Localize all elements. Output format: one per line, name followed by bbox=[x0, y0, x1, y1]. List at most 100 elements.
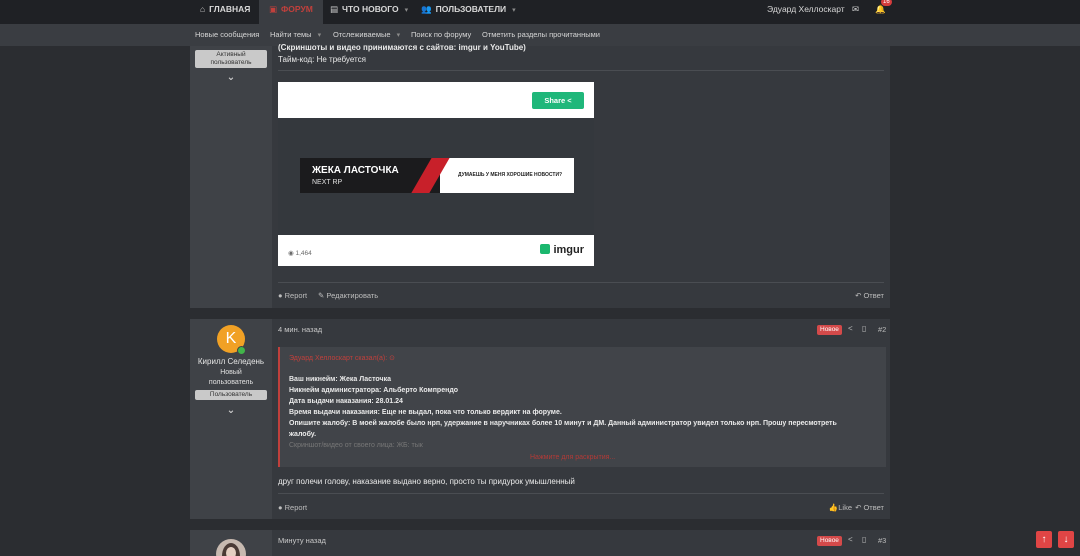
message-icon: ▤ bbox=[330, 4, 339, 14]
new-badge: Новое bbox=[817, 325, 842, 335]
quote-line-faded: Скриншот/видео от своего лица: ЖБ: тык bbox=[289, 442, 423, 449]
top-navigation: ⌂ ГЛАВНАЯ ▣ ФОРУМ ▤ ЧТО НОВОГО ▾ 👥 ПОЛЬЗОВАТЕ… bbox=[0, 0, 1080, 24]
divider bbox=[278, 282, 884, 283]
reply-icon: ↶ bbox=[855, 503, 862, 512]
subnav-new-posts[interactable]: Новые сообщения bbox=[195, 24, 259, 46]
inbox-icon[interactable]: ✉ bbox=[852, 0, 859, 18]
chevron-down-icon[interactable]: ⌄ bbox=[225, 405, 237, 416]
post-number[interactable]: #3 bbox=[878, 536, 886, 545]
users-icon: 👥 bbox=[421, 4, 432, 14]
quote-line: Опишите жалобу: В моей жалобе было нрп, … bbox=[289, 420, 837, 427]
embed-image[interactable]: ЖЕКА ЛАСТОЧКА NEXT RP ДУМАЕШЬ У МЕНЯ ХОР… bbox=[278, 118, 594, 235]
reply-link[interactable]: ↶ Ответ bbox=[855, 291, 884, 300]
embed-views: ◉ 1,464 bbox=[288, 249, 312, 257]
share-button[interactable]: Share < bbox=[532, 92, 584, 109]
like-button[interactable]: 👍Like bbox=[829, 503, 852, 512]
reply-label: Ответ bbox=[863, 291, 884, 300]
forum-icon: ▣ bbox=[269, 4, 278, 14]
banner-title: ЖЕКА ЛАСТОЧКА bbox=[312, 165, 399, 176]
bookmark-icon[interactable]: ▯ bbox=[862, 535, 866, 544]
avatar[interactable] bbox=[216, 539, 246, 556]
imgur-embed[interactable]: Share < ЖЕКА ЛАСТОЧКА NEXT RP ДУМАЕШЬ У … bbox=[278, 82, 594, 266]
home-icon: ⌂ bbox=[200, 4, 206, 14]
quote-line: Ваш никнейм: Жека Ласточка bbox=[289, 376, 391, 383]
report-link[interactable]: ● Report bbox=[278, 503, 307, 512]
scroll-to-bottom-icon[interactable]: ↓ bbox=[1058, 531, 1074, 548]
nav-forum-label: ФОРУМ bbox=[281, 4, 313, 14]
reply-icon: ↶ bbox=[855, 291, 862, 300]
post-text: друг полечи голову, наказание выдано вер… bbox=[278, 477, 575, 486]
chevron-down-icon: ▾ bbox=[404, 7, 409, 14]
post-content: (Скриншоты и видео принимаются с сайтов:… bbox=[272, 43, 890, 308]
share-label: Share bbox=[544, 96, 566, 105]
nav-home[interactable]: ⌂ ГЛАВНАЯ bbox=[200, 0, 250, 24]
post-text-sources: (Скриншоты и видео принимаются с сайтов:… bbox=[278, 43, 526, 52]
bookmark-icon[interactable]: ▯ bbox=[862, 324, 866, 333]
thumbs-up-icon: 👍 bbox=[828, 503, 839, 512]
report-icon: ● bbox=[278, 291, 283, 300]
reply-link[interactable]: ↶ Ответ bbox=[855, 503, 884, 512]
user-title-badge: Активный пользователь bbox=[195, 50, 267, 68]
share-icon: < bbox=[567, 96, 572, 105]
user-group-badge: Пользователь bbox=[195, 390, 267, 400]
chevron-down-icon[interactable]: ⌄ bbox=[225, 72, 237, 83]
report-label: Report bbox=[284, 503, 308, 512]
post-2: K Кирилл Селедень Новый пользователь Пол… bbox=[190, 319, 890, 519]
banner-image: ЖЕКА ЛАСТОЧКА NEXT RP ДУМАЕШЬ У МЕНЯ ХОР… bbox=[300, 158, 574, 193]
nav-users[interactable]: 👥 ПОЛЬЗОВАТЕЛИ ▾ bbox=[421, 0, 516, 24]
alerts-button[interactable]: 🔔 16 bbox=[875, 0, 892, 18]
banner-subtitle: NEXT RP bbox=[312, 179, 343, 186]
reply-label: Ответ bbox=[863, 503, 884, 512]
sub-navigation: Новые сообщения Найти темы ▾ Отслеживаемы… bbox=[0, 24, 1080, 46]
like-label: Like bbox=[838, 503, 852, 512]
quote-line: Время выдачи наказания: Еще не выдал, по… bbox=[289, 409, 562, 416]
alerts-badge: 16 bbox=[881, 0, 892, 6]
post-3: Минуту назад Новое < ▯ #3 bbox=[190, 530, 890, 556]
quote-line: Дата выдачи наказания: 28.01.24 bbox=[289, 398, 403, 405]
nav-forum[interactable]: ▣ ФОРУМ bbox=[259, 0, 323, 24]
edit-label: Редактировать bbox=[326, 291, 379, 300]
post-number[interactable]: #2 bbox=[878, 325, 886, 334]
new-badge: Новое bbox=[817, 536, 842, 546]
user-title: Новый пользователь bbox=[208, 369, 254, 386]
nav-whats-new-label: ЧТО НОВОГО bbox=[342, 4, 399, 14]
online-status-icon bbox=[237, 346, 246, 355]
pencil-icon: ✎ bbox=[318, 291, 325, 300]
post-text-timecode: Тайм-код: Не требуется bbox=[278, 55, 366, 64]
post-timestamp[interactable]: Минуту назад bbox=[278, 536, 326, 545]
edit-link[interactable]: ✎ Редактировать bbox=[318, 291, 378, 300]
chevron-down-icon: ▾ bbox=[512, 7, 516, 14]
quote-block: Эдуард Хеллоскарт сказал(а): ⊙ Ваш никне… bbox=[278, 347, 886, 467]
imgur-icon bbox=[540, 244, 551, 254]
share-icon[interactable]: < bbox=[848, 535, 853, 544]
scroll-to-top-icon[interactable]: ↑ bbox=[1036, 531, 1052, 548]
arrow-up-circle-icon: ⊙ bbox=[389, 355, 395, 362]
post-user-column bbox=[190, 530, 272, 556]
avatar-face bbox=[226, 547, 236, 556]
eye-icon: ◉ bbox=[288, 250, 294, 257]
imgur-logo-text: imgur bbox=[553, 244, 584, 256]
post-username[interactable]: Кирилл Селедень bbox=[190, 357, 272, 366]
quote-expand-link[interactable]: Нажмите для раскрытия... bbox=[530, 454, 615, 461]
nav-home-label: ГЛАВНАЯ bbox=[209, 4, 251, 14]
post-1: Активный пользователь ⌄ (Скриншоты и вид… bbox=[190, 43, 890, 308]
post-user-column: Активный пользователь ⌄ bbox=[190, 46, 272, 308]
divider bbox=[278, 70, 884, 71]
quote-line: жалобу. bbox=[289, 431, 317, 438]
nav-whats-new[interactable]: ▤ ЧТО НОВОГО ▾ bbox=[330, 0, 408, 24]
subnav-find-threads-label: Найти темы bbox=[270, 30, 312, 39]
nav-users-label: ПОЛЬЗОВАТЕЛИ bbox=[435, 4, 507, 14]
report-link[interactable]: ● Report bbox=[278, 291, 307, 300]
quote-author[interactable]: Эдуард Хеллоскарт сказал(а): ⊙ bbox=[289, 354, 395, 362]
view-count: 1,464 bbox=[295, 250, 312, 257]
post-content: 4 мин. назад Новое < ▯ #2 Эдуард Хеллоск… bbox=[272, 319, 890, 519]
share-icon[interactable]: < bbox=[848, 324, 853, 333]
account-username[interactable]: Эдуард Хеллоскарт bbox=[767, 0, 845, 18]
post-user-column: K Кирилл Селедень Новый пользователь Пол… bbox=[190, 319, 272, 519]
imgur-logo[interactable]: imgur bbox=[540, 244, 584, 256]
divider bbox=[278, 493, 884, 494]
post-timestamp[interactable]: 4 мин. назад bbox=[278, 325, 322, 334]
post-content: Минуту назад Новое < ▯ #3 bbox=[272, 530, 890, 556]
quote-line: Никнейм администратора: Альберто Компрен… bbox=[289, 387, 459, 394]
report-label: Report bbox=[284, 291, 308, 300]
